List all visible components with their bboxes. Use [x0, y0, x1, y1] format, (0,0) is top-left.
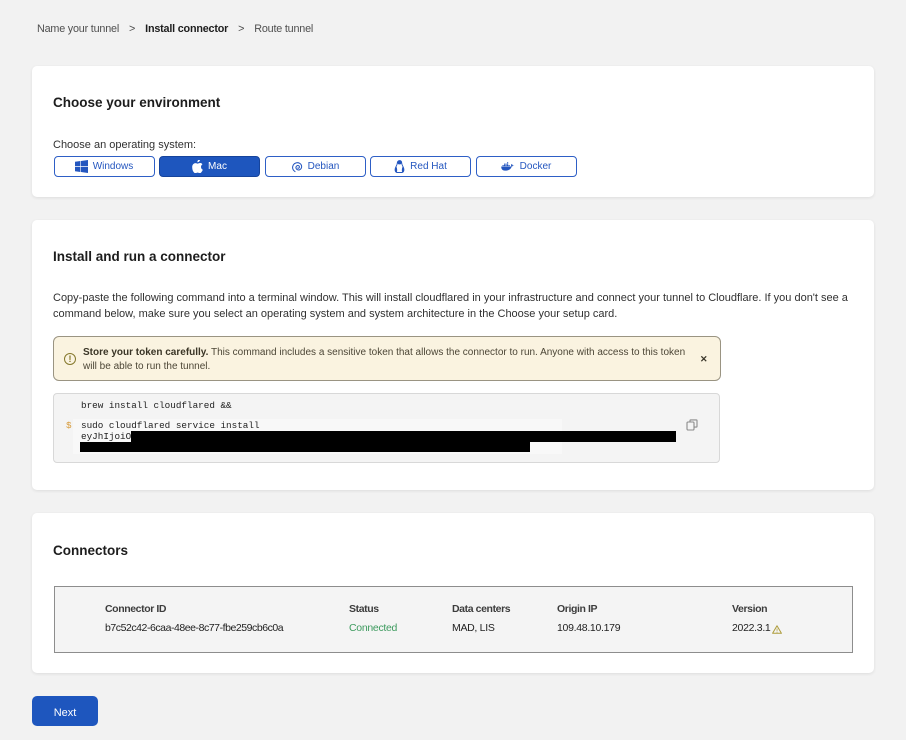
svg-text:!: ! — [776, 629, 778, 634]
